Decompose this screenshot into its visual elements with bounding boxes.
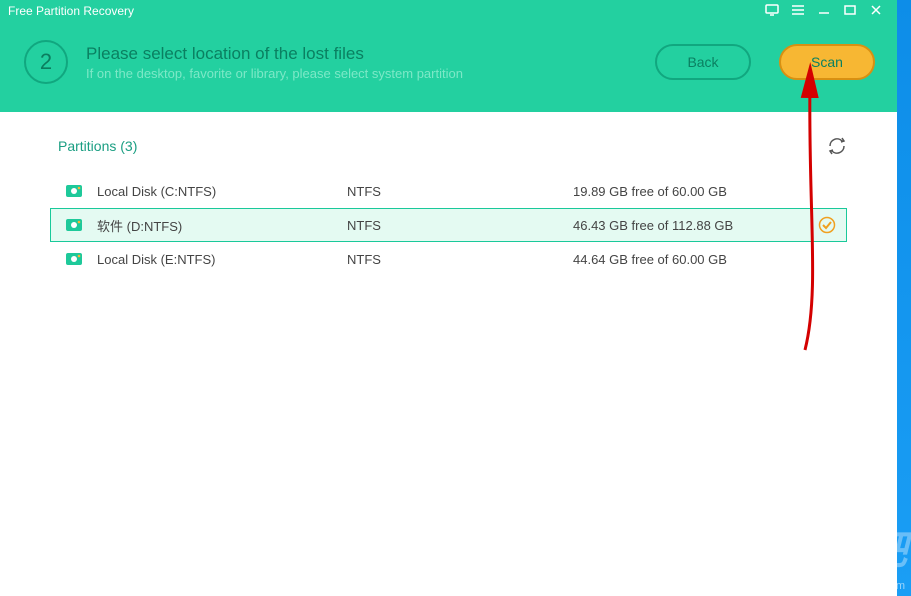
partition-row[interactable]: Local Disk (C:NTFS)NTFS19.89 GB free of … (50, 174, 847, 208)
partition-row[interactable]: Local Disk (E:NTFS)NTFS44.64 GB free of … (50, 242, 847, 276)
header-subtitle: If on the desktop, favorite or library, … (86, 66, 637, 81)
partition-fs: NTFS (347, 184, 573, 199)
app-window: Free Partition Recovery 2 Please select … (0, 0, 897, 596)
partition-free: 44.64 GB free of 60.00 GB (573, 252, 836, 267)
partition-name: Local Disk (E:NTFS) (97, 252, 347, 267)
scan-button[interactable]: Scan (779, 44, 875, 80)
partition-fs: NTFS (347, 252, 573, 267)
back-button[interactable]: Back (655, 44, 751, 80)
partition-list: Local Disk (C:NTFS)NTFS19.89 GB free of … (40, 174, 865, 276)
menu-icon[interactable] (785, 4, 811, 19)
header-text: Please select location of the lost files… (86, 44, 637, 81)
step-badge: 2 (24, 40, 68, 84)
close-icon[interactable] (863, 4, 889, 19)
minimize-icon[interactable] (811, 4, 837, 19)
titlebar: Free Partition Recovery (0, 0, 897, 22)
refresh-icon[interactable] (827, 136, 847, 156)
partition-name: 软件 (D:NTFS) (97, 216, 347, 235)
partitions-label: Partitions (3) (58, 138, 137, 154)
content: Partitions (3) Local Disk (C:NTFS)NTFS19… (0, 112, 897, 596)
partition-fs: NTFS (347, 218, 573, 233)
partition-row[interactable]: 软件 (D:NTFS)NTFS46.43 GB free of 112.88 G… (50, 208, 847, 242)
check-icon (818, 216, 836, 234)
header-title: Please select location of the lost files (86, 44, 637, 64)
partition-free: 46.43 GB free of 112.88 GB (573, 218, 818, 233)
partition-free: 19.89 GB free of 60.00 GB (573, 184, 836, 199)
watermark-url: www.xiazaiba.com (815, 580, 905, 592)
header: 2 Please select location of the lost fil… (0, 22, 897, 112)
window-title: Free Partition Recovery (8, 4, 759, 18)
maximize-icon[interactable] (837, 4, 863, 19)
drive-icon (65, 182, 83, 200)
drive-icon (65, 250, 83, 268)
partitions-header: Partitions (3) (40, 136, 865, 174)
partition-name: Local Disk (C:NTFS) (97, 184, 347, 199)
tray-icon[interactable] (759, 4, 785, 19)
watermark-cn: 下载吧 (791, 518, 905, 576)
drive-icon (65, 216, 83, 234)
